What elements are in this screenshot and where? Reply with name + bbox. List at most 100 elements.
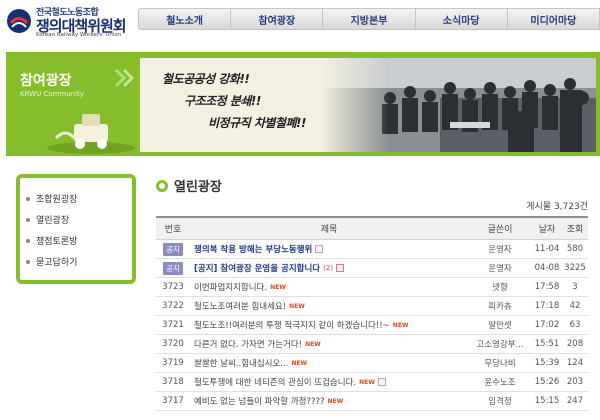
table-row[interactable]: 3720 다른거 없다. 가자면 가는거다! NEW 고소영강부... 15:51… [156,335,588,354]
logo-english: Korean Railway Workers' Union [36,32,122,38]
page-title-text: 열린광장 [174,180,222,195]
sidebar-item-member-square[interactable]: 조합원광장 [26,188,132,209]
post-writer[interactable]: 피카츄 [468,300,532,312]
table-row[interactable]: 3722 철도노조여러분 힘내세요! NEW 피카츄 17:18 42 [156,297,588,316]
circle-bullet-icon [156,179,168,192]
new-badge: NEW [305,340,321,348]
post-date: 17:58 [534,282,560,292]
post-views: 580 [566,244,584,254]
post-title-link[interactable]: 철도노조여러분 힘내세요! [194,300,286,312]
sidebar-item-label: 묻고답하기 [36,258,78,268]
column-header-date: 날자 [538,225,556,235]
post-views: 42 [569,301,581,311]
post-writer[interactable]: 운영자 [468,262,532,274]
post-title-link[interactable]: 쟁의복 착용 방해는 부당노동행위 [194,243,312,255]
rally-photo [320,58,596,152]
decorative-arrows-icon [114,68,135,88]
post-date: 17:18 [534,301,560,311]
post-writer[interactable]: 임격정 [468,395,532,407]
post-number: 3722 [162,301,184,311]
post-views: 203 [566,377,584,387]
table-row[interactable]: 3718 철도투쟁에 대한 네티즌의 관심이 뜨겁습니다. NEW 윤수노조 15… [156,373,588,392]
section-banner: 참여광장 KRWU Community 철도공공성 강화!! 구조조정 분쇄!!… [6,52,600,156]
table-row[interactable]: 3721 철도노조!!여러분의 투쟁 적극지지 같이 하겠습니다!!~ NEW 딸… [156,316,588,335]
post-writer[interactable]: 넷향 [468,281,532,293]
new-badge: NEW [327,397,344,405]
attachment-icon [336,264,345,272]
nav-item-media[interactable]: 미디어마당 [506,8,600,30]
nav-item-regional[interactable]: 지방본부 [322,8,415,30]
post-views: 208 [566,339,584,349]
slogan-3: 비정규직 차별철폐!! [208,116,306,130]
site-logo[interactable]: 전국철도노동조합 쟁의대책위원회 Korean Railway Workers'… [6,4,134,38]
page-title: 열린광장 [156,176,222,195]
union-emblem-icon [7,9,31,33]
post-title-link[interactable]: [공지] 참여광장 운영을 공지합니다 [194,262,320,274]
new-badge: NEW [270,283,286,291]
post-writer[interactable]: 운영자 [468,243,532,255]
new-badge: NEW [291,359,308,367]
post-title-link[interactable]: 예비도 없는 넘들이 파악할 까정???? [194,395,325,407]
attachment-icon [315,245,324,253]
post-number: 3720 [162,339,184,349]
sidebar-item-label: 열린광장 [36,216,70,226]
slogan-1: 철도공공성 강화!! [162,72,250,86]
post-date: 15:39 [534,358,560,368]
post-views: 63 [569,320,581,330]
table-header: 번호 제목 글쓴이 날자 조회 [156,218,588,240]
table-row[interactable]: 3719 쌀쌀한 날씨..힘내십시오... NEW 무당나비 15:39 124 [156,354,588,373]
post-views: 3225 [564,263,586,273]
attachment-icon [377,378,386,386]
post-number: 3719 [162,358,184,368]
table-row[interactable]: 3717 예비도 없는 넘들이 파악할 까정???? NEW 임격정 15:15 … [156,392,588,411]
banner-subtitle: KRWU Community [20,90,84,98]
post-title-link[interactable]: 철도노조!!여러분의 투쟁 적극지지 같이 하겠습니다!!~ [194,319,390,331]
post-title-link[interactable]: 이번파업지지합니다. [194,281,267,293]
post-views: 3 [572,282,578,292]
post-date: 17:02 [534,320,560,330]
sidebar-menu: 조합원광장 열린광장 쟁점토론방 묻고답하기 [16,174,136,284]
new-badge: NEW [392,321,409,329]
nav-item-community[interactable]: 참여광장 [230,8,323,30]
sidebar-item-qna[interactable]: 묻고답하기 [26,251,132,272]
nav-item-about[interactable]: 철노소개 [138,8,231,30]
notice-row[interactable]: 공지 쟁의복 착용 방해는 부당노동행위 운영자 11-04 580 [156,240,588,259]
column-header-title: 제목 [320,225,338,235]
comment-count: (2) [323,264,334,272]
post-writer[interactable]: 고소영강부... [468,338,532,350]
post-number: 3723 [162,282,184,292]
post-number: 3721 [162,320,184,330]
notice-row[interactable]: 공지 [공지] 참여광장 운영을 공지합니다 (2) 운영자 04-08 322… [156,259,588,278]
post-writer[interactable]: 딸만셋 [468,319,532,331]
table-row[interactable]: 3723 이번파업지지합니다. NEW 넷향 17:58 3 [156,278,588,297]
new-badge: NEW [289,302,305,310]
bullet-icon [26,217,30,222]
post-title-link[interactable]: 철도투쟁에 대한 네티즌의 관심이 뜨겁습니다. [194,376,356,388]
board-table: 번호 제목 글쓴이 날자 조회 공지 쟁의복 착용 방해는 부당노동행위 운영자… [156,216,588,411]
column-header-no: 번호 [164,225,182,235]
post-date: 15:51 [534,339,560,349]
post-number: 3717 [162,396,184,406]
post-title-link[interactable]: 쌀쌀한 날씨..힘내십시오... [194,357,288,369]
sidebar-item-label: 쟁점토론방 [36,237,78,247]
post-writer[interactable]: 윤수노조 [468,376,532,388]
sidebar-item-open-square[interactable]: 열린광장 [26,209,132,230]
notice-badge: 공지 [163,261,183,275]
main-nav: 철노소개 참여광장 지방본부 소식마당 미디어마당 [138,8,600,30]
new-badge: NEW [359,378,375,386]
notice-badge: 공지 [163,242,183,256]
nav-item-news[interactable]: 소식마당 [414,8,507,30]
post-date: 11-04 [534,244,560,254]
post-views: 247 [566,396,584,406]
post-views: 124 [566,358,584,368]
sidebar-item-label: 조합원광장 [36,195,78,205]
bullet-icon [26,196,30,201]
post-title-link[interactable]: 다른거 없다. 가자면 가는거다! [194,338,302,350]
post-count: 게시물 3,723건 [526,202,588,212]
post-number: 3718 [162,377,184,387]
sidebar-item-debate[interactable]: 쟁점토론방 [26,230,132,251]
post-writer[interactable]: 무당나비 [468,357,532,369]
column-header-views: 조회 [566,225,584,235]
bullet-icon [26,259,30,264]
post-date: 15:15 [534,396,560,406]
